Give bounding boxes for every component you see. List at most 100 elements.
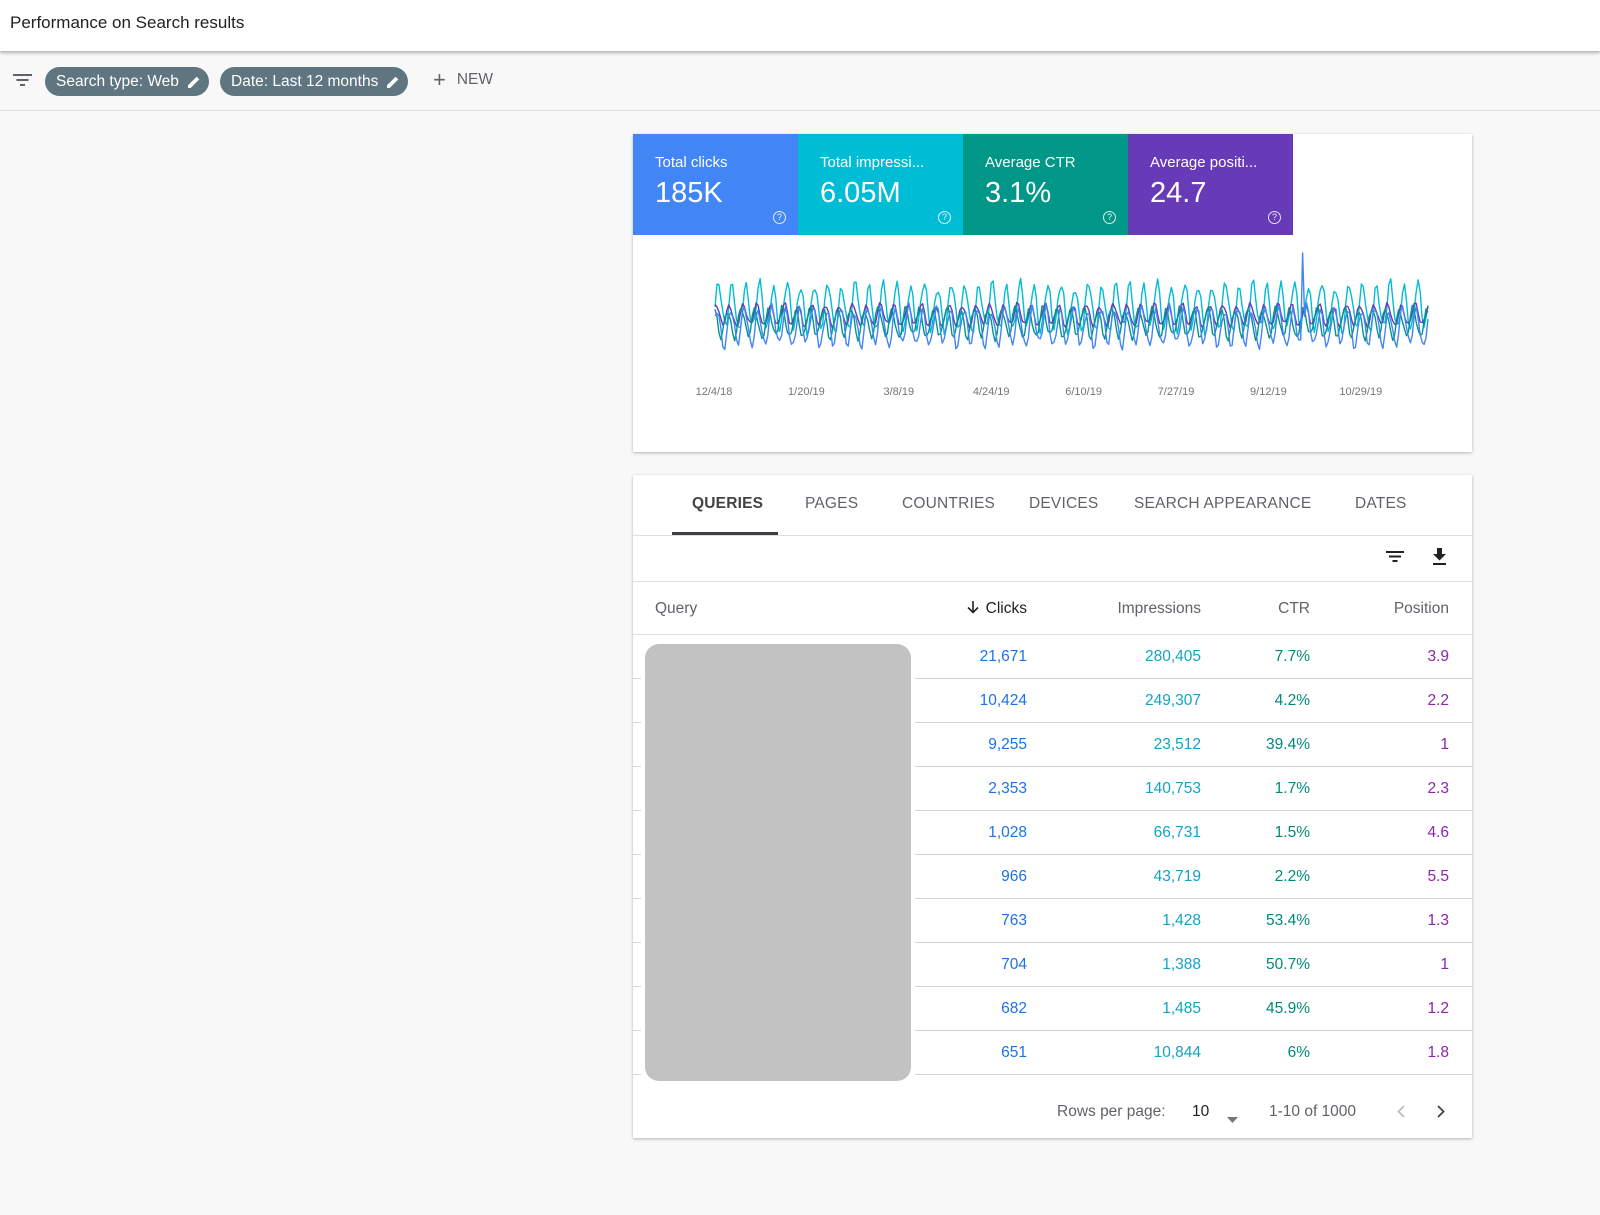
cell-impressions: 23,512 xyxy=(1153,736,1201,753)
help-icon[interactable]: ? xyxy=(1268,211,1281,224)
metric-average-position[interactable]: Average positi... 24.7 ? xyxy=(1128,134,1293,235)
cell-impressions: 280,405 xyxy=(1144,648,1201,665)
cell-ctr: 53.4% xyxy=(1266,912,1310,929)
tab-pages[interactable]: PAGES xyxy=(805,495,858,513)
metric-total-impressions[interactable]: Total impressi... 6.05M ? xyxy=(798,134,963,235)
cell-clicks: 704 xyxy=(1001,956,1027,973)
page-title: Performance on Search results xyxy=(10,13,245,32)
cell-impressions: 140,753 xyxy=(1144,780,1201,797)
metric-label: Total clicks xyxy=(655,154,728,171)
download-icon[interactable] xyxy=(1432,548,1447,571)
cell-impressions: 1,428 xyxy=(1162,912,1201,929)
table-toolbar xyxy=(633,536,1472,582)
edit-icon[interactable] xyxy=(386,75,400,89)
filter-rows-icon[interactable] xyxy=(1386,550,1404,568)
tab-queries[interactable]: QUERIES xyxy=(692,495,763,513)
metric-value: 24.7 xyxy=(1150,177,1207,209)
plus-icon: + xyxy=(433,67,446,92)
redacted-query-block xyxy=(645,644,911,1081)
cell-ctr: 4.2% xyxy=(1274,692,1310,709)
x-axis-tick-label: 7/27/19 xyxy=(1158,386,1195,398)
new-filter-button[interactable]: + NEW xyxy=(433,67,494,92)
table-header: Query Clicks Impressions CTR Position xyxy=(633,582,1472,635)
tab-countries[interactable]: COUNTRIES xyxy=(902,495,995,513)
cell-clicks: 763 xyxy=(1001,912,1027,929)
column-header-clicks[interactable]: Clicks xyxy=(967,600,1027,618)
dropdown-arrow-icon[interactable] xyxy=(1227,1110,1238,1128)
x-axis-tick-label: 12/4/18 xyxy=(696,386,733,398)
cell-ctr: 1.7% xyxy=(1274,780,1310,797)
rows-per-page-select[interactable]: 10 xyxy=(1192,1103,1209,1121)
cell-position: 3.9 xyxy=(1427,648,1449,665)
x-axis-tick-label: 9/12/19 xyxy=(1250,386,1287,398)
results-table-card: QUERIES PAGES COUNTRIES DEVICES SEARCH A… xyxy=(633,475,1472,1138)
help-icon[interactable]: ? xyxy=(938,211,951,224)
pagination-range: 1-10 of 1000 xyxy=(1269,1103,1357,1120)
cell-impressions: 1,388 xyxy=(1162,956,1201,973)
cell-impressions: 249,307 xyxy=(1144,692,1201,709)
column-header-impressions[interactable]: Impressions xyxy=(1117,600,1201,618)
metric-label: Total impressi... xyxy=(820,154,925,171)
row-divider xyxy=(633,1074,641,1075)
cell-clicks: 966 xyxy=(1001,868,1027,885)
cell-clicks: 21,671 xyxy=(979,648,1027,665)
sort-descending-icon xyxy=(967,601,979,614)
previous-page-icon[interactable] xyxy=(1397,1105,1405,1123)
cell-impressions: 1,485 xyxy=(1162,1000,1201,1017)
cell-clicks: 682 xyxy=(1001,1000,1027,1017)
filter-bar: Search type: Web Date: Last 12 months + … xyxy=(0,52,1600,111)
help-icon[interactable]: ? xyxy=(1103,211,1116,224)
cell-position: 1.8 xyxy=(1427,1044,1449,1061)
cell-position: 1 xyxy=(1440,736,1449,753)
row-divider xyxy=(915,1074,1472,1075)
cell-position: 5.5 xyxy=(1427,868,1449,885)
cell-impressions: 10,844 xyxy=(1153,1044,1201,1061)
chip-label: Date: Last 12 months xyxy=(231,72,379,90)
column-header-position[interactable]: Position xyxy=(1394,600,1449,618)
tab-devices[interactable]: DEVICES xyxy=(1029,495,1098,513)
tab-search-appearance[interactable]: SEARCH APPEARANCE xyxy=(1134,495,1311,513)
column-header-ctr[interactable]: CTR xyxy=(1278,600,1310,618)
filter-icon[interactable] xyxy=(13,73,32,92)
cell-impressions: 43,719 xyxy=(1153,868,1201,885)
top-bar: Performance on Search results xyxy=(0,0,1600,51)
performance-chart-card: Total clicks 185K ? Total impressi... 6.… xyxy=(633,134,1472,452)
cell-clicks: 10,424 xyxy=(979,692,1027,709)
cell-clicks: 651 xyxy=(1001,1044,1027,1061)
metric-total-clicks[interactable]: Total clicks 185K ? xyxy=(633,134,798,235)
cell-ctr: 6% xyxy=(1287,1044,1310,1061)
rows-per-page-label: Rows per page: xyxy=(1057,1103,1166,1120)
x-axis-tick-label: 6/10/19 xyxy=(1065,386,1102,398)
cell-impressions: 66,731 xyxy=(1153,824,1201,841)
performance-line-chart: 12/4/18 1/20/19 3/8/19 4/24/19 6/10/19 7/27/1… xyxy=(696,252,1429,398)
metric-label: Average CTR xyxy=(985,154,1076,171)
cell-position: 2.2 xyxy=(1427,692,1449,709)
cell-clicks: 9,255 xyxy=(988,736,1027,753)
next-page-icon[interactable] xyxy=(1437,1105,1445,1123)
cell-position: 2.3 xyxy=(1427,780,1449,797)
column-header-query[interactable]: Query xyxy=(655,600,697,618)
metric-value: 6.05M xyxy=(820,177,901,209)
edit-icon[interactable] xyxy=(187,75,201,89)
cell-ctr: 1.5% xyxy=(1274,824,1310,841)
search-type-chip[interactable]: Search type: Web xyxy=(45,67,209,96)
cell-ctr: 39.4% xyxy=(1266,736,1310,753)
new-label: NEW xyxy=(456,71,494,88)
metric-average-ctr[interactable]: Average CTR 3.1% ? xyxy=(963,134,1128,235)
x-axis-tick-label: 1/20/19 xyxy=(788,386,825,398)
help-icon[interactable]: ? xyxy=(773,211,786,224)
metric-value: 185K xyxy=(655,177,723,209)
x-axis-tick-label: 4/24/19 xyxy=(973,386,1010,398)
metric-value: 3.1% xyxy=(985,177,1052,209)
chip-label: Search type: Web xyxy=(56,72,179,90)
metric-label: Average positi... xyxy=(1150,154,1258,171)
cell-clicks: 1,028 xyxy=(988,824,1027,841)
date-chip[interactable]: Date: Last 12 months xyxy=(220,67,409,96)
cell-ctr: 45.9% xyxy=(1266,1000,1310,1017)
table-footer: Rows per page: 10 1-10 of 1000 xyxy=(633,1085,1472,1138)
x-axis-tick-label: 3/8/19 xyxy=(884,386,915,398)
cell-ctr: 7.7% xyxy=(1274,648,1310,665)
tab-dates[interactable]: DATES xyxy=(1355,495,1407,513)
active-tab-indicator xyxy=(672,532,778,535)
cell-ctr: 50.7% xyxy=(1266,956,1310,973)
